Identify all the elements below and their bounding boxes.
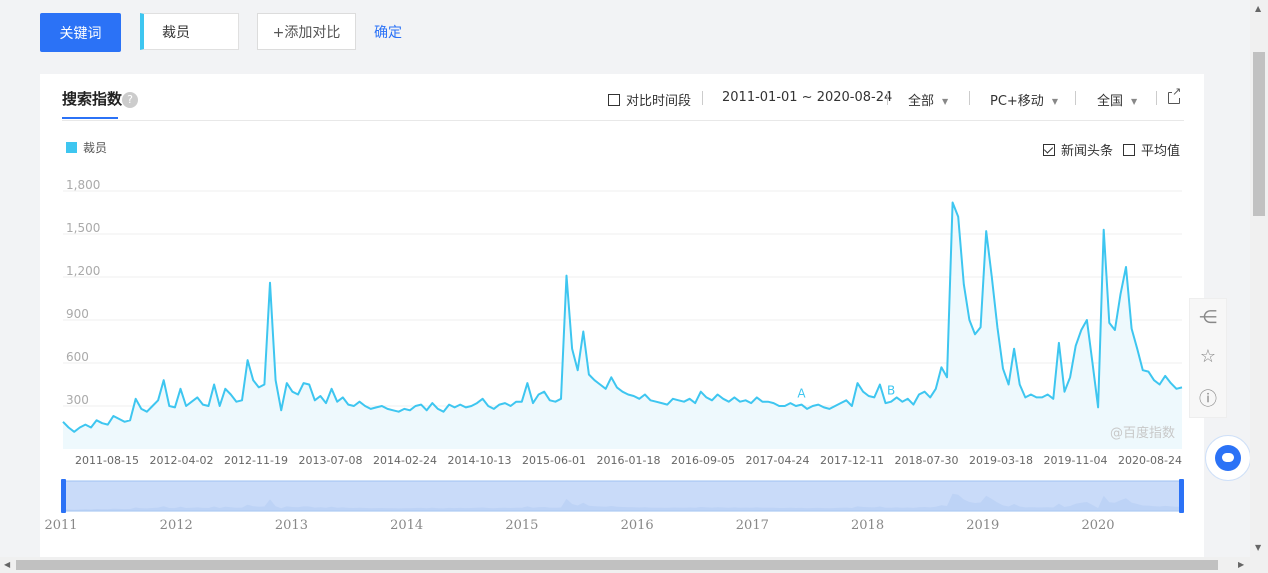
brush-handle-right[interactable] — [1179, 479, 1184, 513]
x-tick-label: 2013-07-08 — [299, 454, 363, 467]
chat-icon — [1215, 445, 1241, 471]
search-index-chart[interactable]: 1,8001,5001,200900600300ABCDEFG@百度指数2011… — [40, 74, 1204, 554]
x-tick-label: 2015-06-01 — [522, 454, 586, 467]
x-tick-label: 2016-09-05 — [671, 454, 735, 467]
vertical-scroll-thumb[interactable] — [1253, 52, 1265, 216]
y-tick-label: 1,200 — [66, 264, 100, 278]
brush-year-label: 2015 — [505, 518, 538, 533]
keyword-button[interactable]: 关键词 — [40, 13, 121, 52]
share-icon[interactable]: ⋲ — [1190, 307, 1226, 328]
scroll-left-icon[interactable]: ◀ — [4, 560, 10, 569]
watermark: @百度指数 — [1110, 425, 1175, 441]
search-index-panel: 搜索指数 ? 对比时间段 2011-01-01 ~ 2020-08-24 全部 ▼… — [40, 74, 1204, 573]
brush-year-label: 2020 — [1081, 518, 1114, 533]
brush-year-label: 2017 — [736, 518, 769, 533]
chat-button[interactable] — [1205, 435, 1251, 481]
brush-year-label: 2019 — [966, 518, 999, 533]
series-area — [63, 202, 1182, 449]
x-tick-label: 2017-12-11 — [820, 454, 884, 467]
brush-year-label: 2016 — [621, 518, 654, 533]
horizontal-scroll-thumb[interactable] — [16, 560, 1218, 570]
confirm-link[interactable]: 确定 — [374, 22, 402, 42]
x-tick-label: 2020-08-24 — [1118, 454, 1182, 467]
x-tick-label: 2014-10-13 — [448, 454, 512, 467]
y-tick-label: 900 — [66, 307, 89, 321]
annotation-label: A — [797, 387, 806, 401]
top-bar: 关键词 裁员 +添加对比 确定 — [0, 0, 1250, 70]
y-tick-label: 300 — [66, 393, 89, 407]
y-tick-label: 1,500 — [66, 221, 100, 235]
x-tick-label: 2012-04-02 — [150, 454, 214, 467]
scroll-up-icon[interactable]: ▲ — [1255, 4, 1261, 13]
brush-year-label: 2014 — [390, 518, 423, 533]
brush-year-label: 2011 — [44, 518, 77, 533]
x-tick-label: 2014-02-24 — [373, 454, 437, 467]
y-tick-label: 1,800 — [66, 178, 100, 192]
annotation-label: B — [887, 384, 895, 398]
brush-year-label: 2018 — [851, 518, 884, 533]
add-compare-button[interactable]: +添加对比 — [257, 13, 356, 50]
scroll-right-icon[interactable]: ▶ — [1238, 560, 1244, 569]
brush-handle-left[interactable] — [61, 479, 66, 513]
side-toolbar: ⋲ ☆ ⓘ — [1189, 298, 1227, 418]
x-tick-label: 2012-11-19 — [224, 454, 288, 467]
vertical-scrollbar[interactable]: ▲ ▼ — [1250, 0, 1268, 573]
scroll-down-icon[interactable]: ▼ — [1255, 543, 1261, 552]
question-icon[interactable]: ⓘ — [1190, 385, 1226, 411]
x-tick-label: 2018-07-30 — [895, 454, 959, 467]
y-tick-label: 600 — [66, 350, 89, 364]
x-tick-label: 2019-11-04 — [1044, 454, 1108, 467]
brush-year-label: 2013 — [275, 518, 308, 533]
x-tick-label: 2019-03-18 — [969, 454, 1033, 467]
star-icon[interactable]: ☆ — [1190, 346, 1226, 367]
keyword-input[interactable]: 裁员 — [140, 13, 239, 50]
x-tick-label: 2016-01-18 — [597, 454, 661, 467]
brush-year-label: 2012 — [160, 518, 193, 533]
x-tick-label: 2017-04-24 — [746, 454, 810, 467]
horizontal-scrollbar[interactable]: ◀ ▶ — [0, 557, 1250, 573]
x-tick-label: 2011-08-15 — [75, 454, 139, 467]
